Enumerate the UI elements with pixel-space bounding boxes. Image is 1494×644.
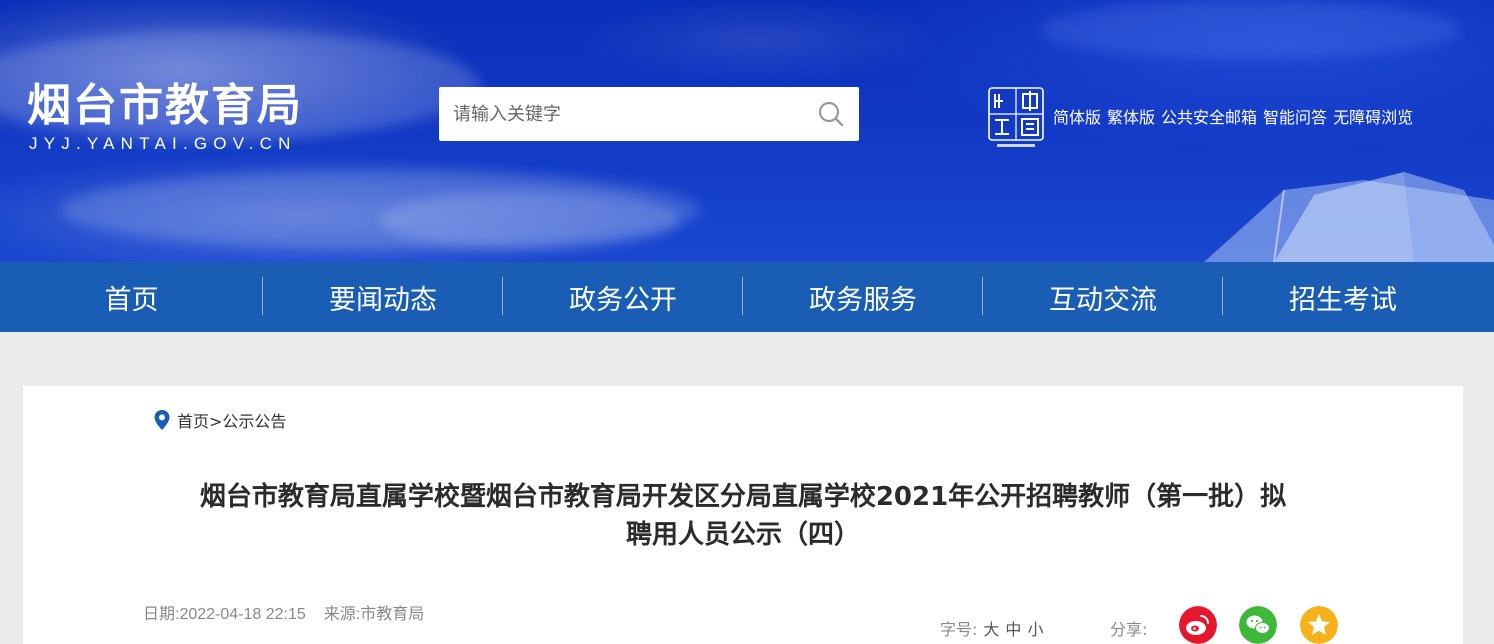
article-title-line2: 聘用人员公示（四）	[625, 520, 860, 550]
breadcrumb-section[interactable]: 公示公告	[222, 412, 286, 431]
breadcrumb-trail: 首页>公示公告	[177, 408, 286, 432]
font-size-small[interactable]: 小	[1027, 616, 1043, 640]
font-size-medium[interactable]: 中	[1005, 616, 1021, 640]
book-illustration	[1204, 172, 1494, 262]
nav-item-gov-affairs[interactable]: 政务公开	[503, 262, 743, 332]
site-url: JYJ.YANTAI.GOV.CN	[29, 134, 297, 153]
article-title: 烟台市教育局直属学校暨烟台市教育局开发区分局直属学校2021年公开招聘教师（第一…	[123, 478, 1363, 554]
star-icon[interactable]	[1300, 606, 1338, 644]
site-title: 烟台市教育局	[27, 80, 303, 131]
nav-item-admissions[interactable]: 招生考试	[1223, 262, 1463, 332]
yantai-china-emblem	[988, 87, 1044, 147]
nav-item-gov-services[interactable]: 政务服务	[743, 262, 983, 332]
article-card: 首页>公示公告 烟台市教育局直属学校暨烟台市教育局开发区分局直属学校2021年公…	[23, 386, 1463, 644]
font-size-control: 字号: 大 中 小	[940, 616, 1043, 640]
breadcrumb-separator: >	[209, 412, 223, 431]
nav-item-home[interactable]: 首页	[0, 262, 263, 332]
search-input[interactable]	[439, 87, 799, 141]
nav-divider	[262, 277, 263, 315]
top-links: 简体版 繁体版 公共安全邮箱 智能问答 无障碍浏览	[1053, 104, 1413, 128]
main-nav: 首页 要闻动态 政务公开 政务服务 互动交流 招生考试	[0, 262, 1494, 332]
article-source: 来源:市教育局	[323, 606, 425, 623]
share-label: 分享:	[1110, 620, 1148, 639]
link-public-safety-mailbox[interactable]: 公共安全邮箱	[1161, 104, 1257, 128]
link-traditional[interactable]: 繁体版	[1107, 104, 1155, 128]
header-banner: 烟台市教育局 JYJ.YANTAI.GOV.CN 简体版 繁体版 公共安全邮箱 …	[0, 0, 1494, 262]
article-title-line1: 烟台市教育局直属学校暨烟台市教育局开发区分局直属学校2021年公开招聘教师（第一…	[199, 482, 1287, 512]
link-simplified[interactable]: 简体版	[1053, 104, 1101, 128]
nav-divider	[502, 277, 503, 315]
search-icon[interactable]	[817, 100, 845, 128]
location-pin-icon	[154, 410, 170, 430]
nav-divider	[1222, 277, 1223, 315]
article-date: 日期:2022-04-18 22:15	[143, 606, 306, 623]
nav-divider	[742, 277, 743, 315]
breadcrumb-home[interactable]: 首页	[177, 412, 209, 431]
breadcrumb: 首页>公示公告	[153, 408, 286, 432]
search-box	[439, 87, 859, 141]
link-smart-qa[interactable]: 智能问答	[1263, 104, 1327, 128]
font-size-large[interactable]: 大	[983, 616, 999, 640]
wechat-icon[interactable]	[1239, 606, 1277, 644]
article-meta: 日期:2022-04-18 22:15 来源:市教育局	[143, 600, 424, 624]
link-accessibility[interactable]: 无障碍浏览	[1333, 104, 1413, 128]
nav-item-interaction[interactable]: 互动交流	[983, 262, 1223, 332]
font-size-label: 字号:	[940, 620, 978, 639]
weibo-icon[interactable]	[1179, 606, 1217, 644]
nav-item-news[interactable]: 要闻动态	[263, 262, 503, 332]
nav-divider	[982, 277, 983, 315]
